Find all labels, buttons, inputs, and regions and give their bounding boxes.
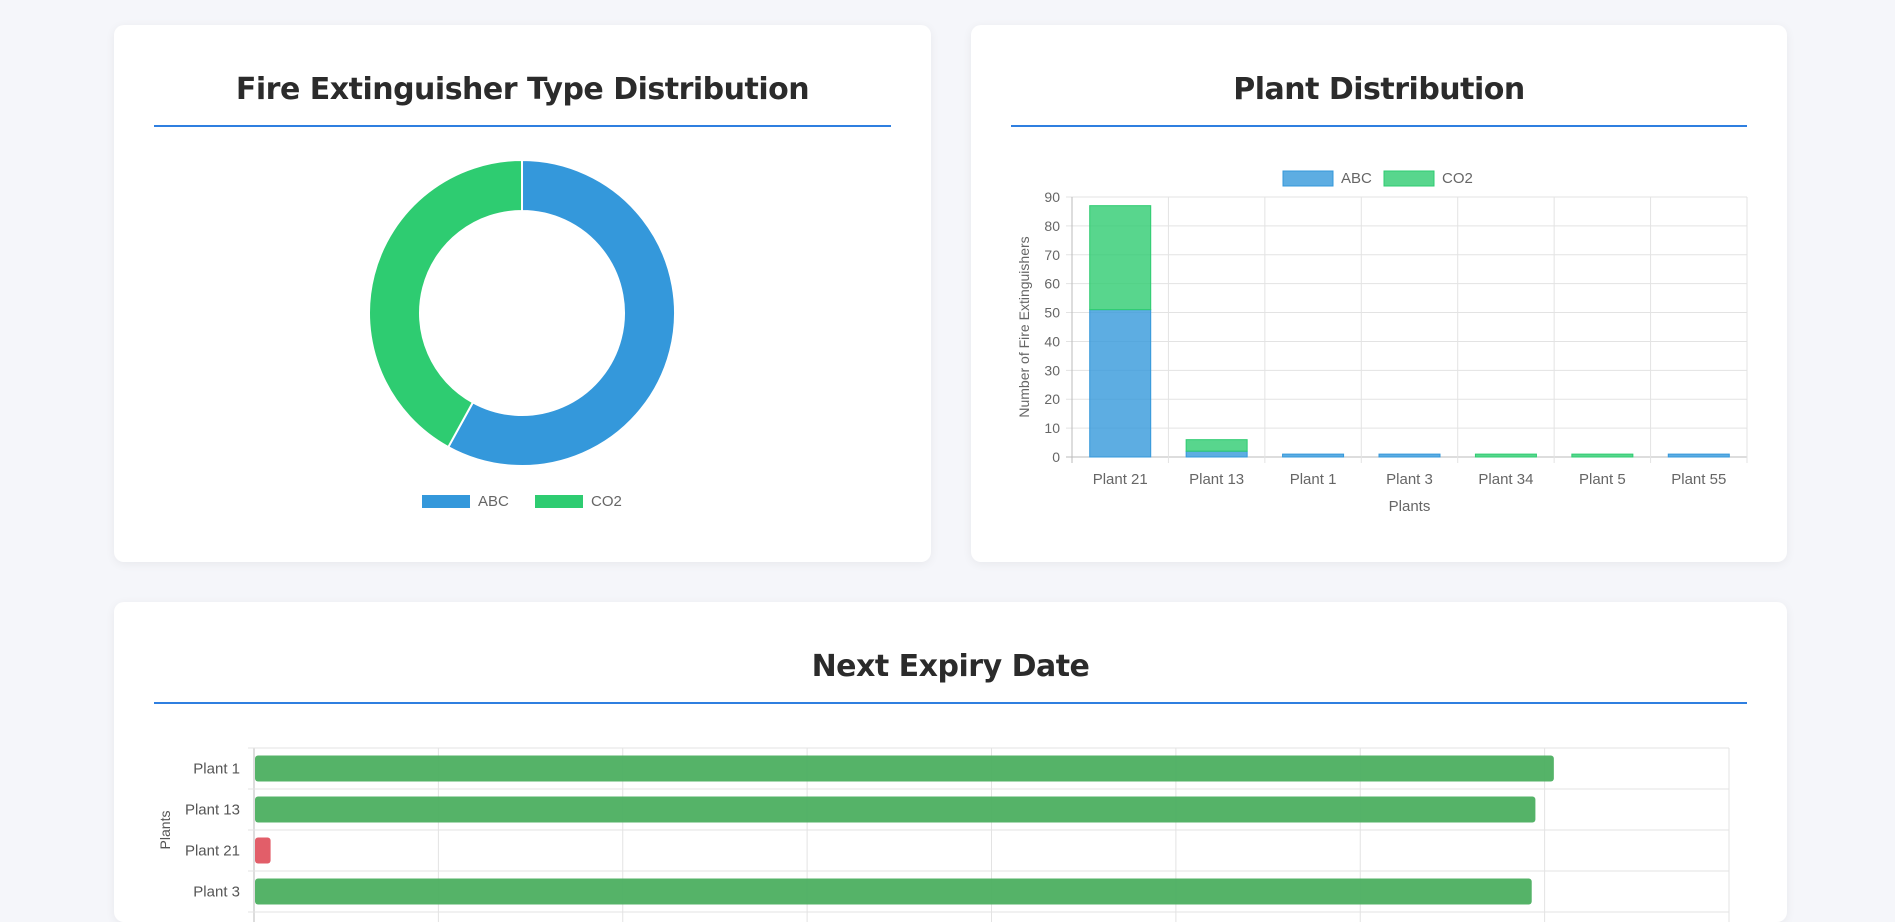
y-tick-label: 40 [1044, 333, 1060, 349]
legend-swatch-abc [1282, 170, 1334, 187]
y-tick-label: Plant 21 [185, 843, 240, 860]
legend-swatch-co2 [1383, 170, 1435, 187]
bar-abc [1185, 450, 1248, 458]
y-tick-label: 80 [1044, 218, 1060, 234]
y-tick-label: Plant 1 [193, 761, 240, 778]
bar-co2 [1474, 453, 1537, 458]
expiry-bar [255, 837, 271, 864]
doughnut-slice-co2 [368, 158, 523, 449]
type-distribution-card: Fire Extinguisher Type Distribution ABC C… [114, 25, 931, 562]
x-tick-label: Plant 13 [1189, 471, 1244, 488]
type-doughnut-chart: ABC CO2 [368, 158, 676, 510]
x-tick-label: Plant 55 [1671, 471, 1726, 488]
x-tick-label: Plant 21 [1093, 471, 1148, 488]
bar-abc [1667, 453, 1730, 458]
y-axis-title: Plants [157, 811, 173, 850]
expiry-bar [255, 755, 1554, 782]
legend-swatch-co2 [535, 495, 583, 508]
bar-co2 [1571, 453, 1634, 458]
y-tick-label: 10 [1044, 420, 1060, 436]
y-axis-title: Number of Fire Extinguishers [1016, 236, 1032, 417]
y-tick-label: 30 [1044, 362, 1060, 378]
y-tick-label: 70 [1044, 247, 1060, 263]
expiry-bar [255, 796, 1536, 823]
y-tick-label: 90 [1044, 189, 1060, 205]
expiry-bar [255, 878, 1532, 905]
bar-abc [1282, 453, 1345, 458]
x-tick-label: Plant 34 [1478, 471, 1533, 488]
bar-abc [1378, 453, 1441, 458]
legend-label-co2: CO2 [591, 493, 622, 510]
y-tick-label: 20 [1044, 391, 1060, 407]
bar-co2 [1185, 439, 1248, 452]
plant-distribution-card: Plant Distribution 0 10 20 30 40 50 60 70 80 90 Pl… [971, 25, 1787, 562]
x-axis-title: Plants [1389, 498, 1431, 515]
legend-swatch-abc [422, 495, 470, 508]
x-tick-label: Plant 5 [1579, 471, 1626, 488]
legend-label-abc: ABC [1341, 170, 1372, 187]
y-tick-label: Plant 13 [185, 802, 240, 819]
legend-label-abc: ABC [478, 493, 509, 510]
bar-co2 [1089, 205, 1152, 311]
bar-abc [1089, 309, 1152, 458]
expiry-card: Next Expiry Date Plant 1 Plant 13 Plant 21… [114, 602, 1787, 922]
plant-bar-chart: 0 10 20 30 40 50 60 70 80 90 Plant 21 Plant 13 Plant… [1016, 170, 1748, 515]
x-tick-label: Plant 3 [1386, 471, 1433, 488]
y-tick-label: Plant 3 [193, 884, 240, 901]
y-tick-label: 60 [1044, 276, 1060, 292]
y-tick-label: 50 [1044, 305, 1060, 321]
y-tick-label: 0 [1052, 449, 1060, 465]
expiry-bar-chart: Plant 1 Plant 13 Plant 21 Plant 3 Plants [157, 747, 1730, 922]
x-tick-label: Plant 1 [1290, 471, 1337, 488]
legend-label-co2: CO2 [1442, 170, 1473, 187]
